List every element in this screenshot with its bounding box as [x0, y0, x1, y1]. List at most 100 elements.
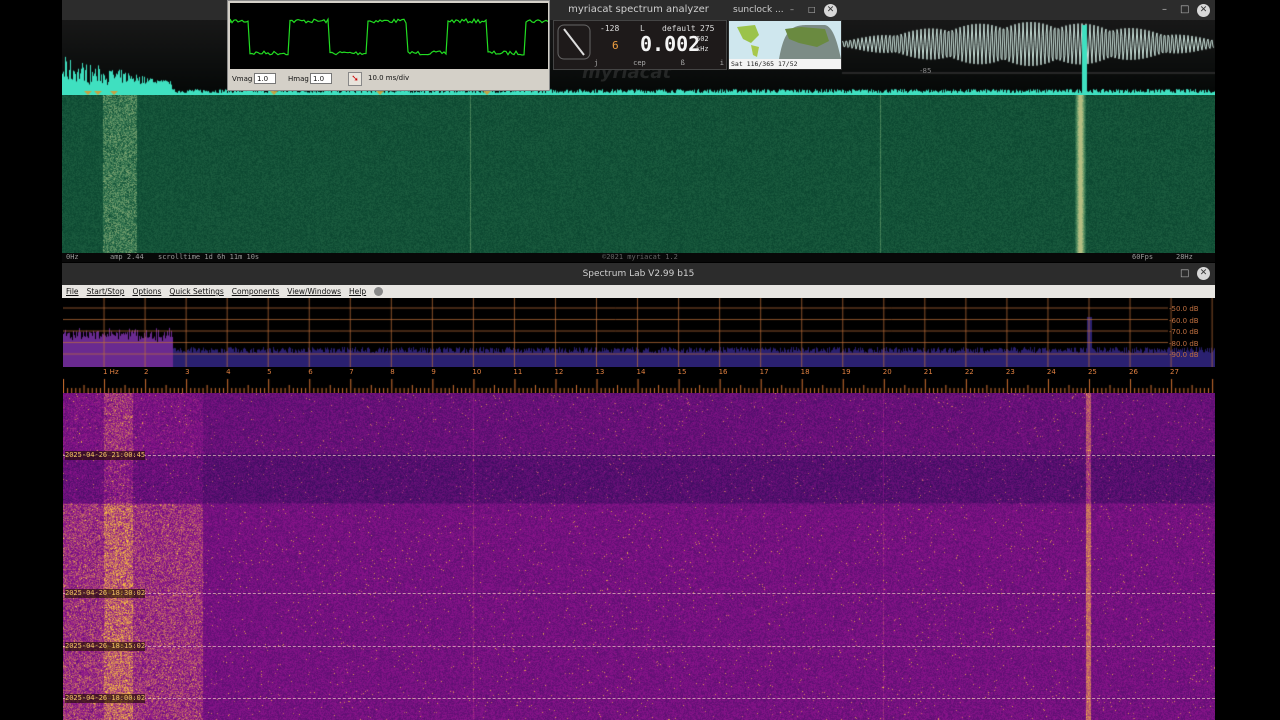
level-label: -85	[920, 67, 932, 75]
minimize-button[interactable]: –	[1162, 0, 1167, 20]
freq-tick-label: 16	[718, 368, 728, 376]
frequency-labels: 1 Hz 2 3 4 5 6 7 8 9 10 11 12 13 14 15 16 17 18 19 20 21 22 23…	[63, 367, 1215, 379]
status-min-freq: 0Hz	[66, 253, 79, 261]
window-title: myriacat spectrum analyzer	[568, 4, 709, 15]
maximize-button[interactable]: □	[1180, 0, 1189, 20]
db-label: -50.0 dB	[1169, 305, 1199, 313]
hmag-input[interactable]: 1.0	[310, 73, 332, 84]
window-title-bar[interactable]: Spectrum Lab V2.99 b15	[62, 263, 1215, 285]
cursor-icon: ➘	[351, 74, 359, 84]
timestamp-label: 2025-04-26 18:30:02	[65, 589, 146, 598]
vmag-label: Vmag	[232, 75, 253, 83]
freq-tick-label: 21	[923, 368, 933, 376]
world-map	[729, 21, 841, 59]
db-label: -80.0 dB	[1169, 339, 1199, 348]
menu-quick-settings[interactable]: Quick Settings	[169, 285, 223, 298]
gauge-info-button[interactable]: i	[720, 59, 724, 69]
status-max-freq: 28Hz	[1176, 253, 1193, 261]
freq-tick-label: 7	[349, 368, 354, 376]
freq-tick-label: 27	[1170, 368, 1179, 376]
freq-tick-label: 8	[390, 368, 395, 376]
freq-tick-label: 14	[636, 368, 646, 376]
freq-tick-label: 6	[308, 368, 313, 376]
maximize-button[interactable]: □	[1180, 264, 1189, 284]
timestamp-label: 2025-04-26 18:15:02	[65, 642, 146, 651]
freq-tick-label: 1 Hz	[103, 368, 119, 376]
db-scale: -50.0 dB -60.0 dB -70.0 dB -80.0 dB -90.0 dB	[1167, 298, 1215, 367]
freq-tick-label: 9	[431, 368, 436, 376]
close-button[interactable]: ✕	[1197, 4, 1210, 17]
freq-tick-label: 4	[226, 368, 231, 376]
timestamp-line	[63, 646, 1215, 647]
menu-help[interactable]: Help	[349, 285, 366, 298]
menu-view-windows[interactable]: View/Windows	[287, 285, 341, 298]
gauge-button-cep[interactable]: cep	[633, 59, 646, 69]
freq-tick-label: 23	[1005, 368, 1015, 376]
oscilloscope-trace	[230, 3, 548, 69]
window-title: Spectrum Lab V2.99 b15	[582, 269, 695, 279]
gauge-left-value: -128	[600, 24, 620, 33]
gauge-button-beta[interactable]: ß	[681, 59, 685, 69]
timestamp-label: 2025-04-26 21:00:45	[65, 451, 146, 460]
status-scrolltime: scrolltime 1d 6h 11m 10s	[158, 253, 260, 261]
menu-bar: File Start/Stop Options Quick Settings C…	[62, 285, 1215, 298]
sunclock-status: Sat 116/365 17/52	[729, 59, 841, 69]
timestamp-line	[63, 593, 1215, 594]
freq-tick-label: 10	[472, 368, 482, 376]
sunclock-maximize-button[interactable]: □	[808, 0, 816, 20]
freq-tick-label: 17	[759, 368, 769, 376]
timestamp-overlay: 2025-04-26 21:00:45 2025-04-26 18:30:02 20…	[63, 393, 1215, 720]
sunclock-window: sunclock ... – □ ✕ Sat 116/365 17/52	[728, 0, 842, 70]
freq-tick-label: 11	[513, 368, 523, 376]
status-fps: 60Fps	[1132, 253, 1154, 261]
freq-tick-label: 24	[1046, 368, 1056, 376]
freq-tick-label: 18	[800, 368, 810, 376]
db-label: -60.0 dB	[1169, 316, 1199, 325]
db-label: -90.0 dB	[1169, 351, 1199, 359]
timestamp-label: 2025-04-26 18:00:02	[65, 694, 146, 703]
freq-tick-label: 25	[1087, 368, 1097, 376]
menu-components[interactable]: Components	[232, 285, 279, 298]
timestamp-line	[63, 455, 1215, 456]
timebase-label: 10.0 ms/div	[368, 74, 410, 82]
oscilloscope-controls: Vmag 1.0 Hmag 1.0 ➘ 10.0 ms/div	[228, 69, 549, 90]
db-label: -70.0 dB	[1169, 328, 1199, 336]
hmag-label: Hmag	[288, 75, 309, 83]
freq-tick-label: 13	[595, 368, 605, 376]
spectrum-graph[interactable]	[63, 298, 1215, 367]
menu-start-stop[interactable]: Start/Stop	[87, 285, 125, 298]
status-copyright: ©2021 myriacat 1.2	[602, 253, 678, 261]
gauge-button-j[interactable]: j	[594, 59, 598, 69]
spectrum-lab-window: Spectrum Lab V2.99 b15 □ ✕ File Start/St…	[62, 263, 1215, 720]
close-button[interactable]: ✕	[1197, 267, 1210, 280]
status-bar: 0Hz amp 2.44 scrolltime 1d 6h 11m 10s ©2…	[62, 253, 1215, 262]
gauge-sub-value: 602	[696, 35, 709, 43]
frequency-readout: 0.002	[640, 32, 701, 56]
menu-file[interactable]: File	[66, 285, 79, 298]
freq-tick-label: 15	[677, 368, 687, 376]
gauge-right-value: 275	[700, 24, 715, 33]
vmag-input[interactable]: 1.0	[254, 73, 276, 84]
freq-tick-label: 12	[554, 368, 564, 376]
timestamp-line	[63, 698, 1215, 699]
frequency-unit: kHz	[696, 45, 709, 53]
dial-icon	[557, 24, 591, 60]
frequency-gauge-panel: -128 L default 275 6 0.002 602 kHz j cep…	[553, 20, 727, 70]
sunclock-close-button[interactable]: ✕	[824, 4, 837, 17]
sunclock-title: sunclock ...	[733, 5, 784, 15]
waterfall-display[interactable]	[62, 95, 1215, 253]
freq-tick-label: 2	[144, 368, 149, 376]
freq-tick-label: 22	[964, 368, 974, 376]
gauge-digit: 6	[612, 39, 619, 52]
sunclock-minimize-button[interactable]: –	[790, 0, 794, 20]
freq-tick-label: 3	[185, 368, 190, 376]
freq-tick-label: 5	[267, 368, 272, 376]
freq-tick-label: 19	[841, 368, 851, 376]
oscilloscope-window: Vmag 1.0 Hmag 1.0 ➘ 10.0 ms/div	[227, 0, 550, 91]
status-indicator-icon	[374, 287, 384, 296]
cursor-tool-button[interactable]: ➘	[348, 72, 362, 86]
menu-options[interactable]: Options	[132, 285, 161, 298]
freq-tick-label: 20	[882, 368, 892, 376]
status-amp: amp 2.44	[110, 253, 144, 261]
freq-tick-label: 26	[1129, 368, 1138, 376]
